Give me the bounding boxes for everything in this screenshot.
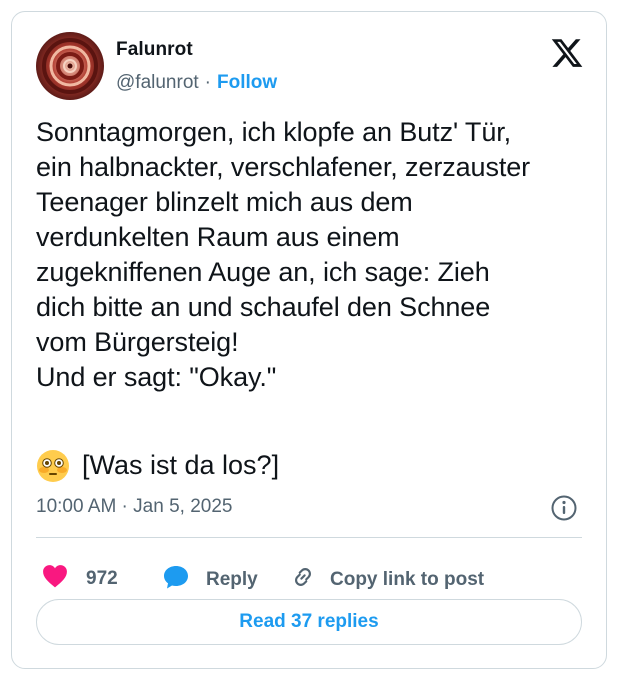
reply-bubble-icon <box>162 564 190 596</box>
info-icon[interactable] <box>550 494 578 522</box>
link-icon <box>290 564 316 596</box>
post-text: Sonntagmorgen, ich klopfe an Butz' Tür, … <box>36 117 531 392</box>
reply-button[interactable]: Reply <box>162 564 258 596</box>
like-count: 972 <box>86 568 118 589</box>
flushed-face-icon <box>36 449 70 483</box>
author-handle-row: @falunrot · Follow <box>116 72 277 94</box>
like-button[interactable]: 972 <box>42 564 118 594</box>
avatar[interactable] <box>36 32 104 100</box>
separator-dot: · <box>204 72 211 93</box>
author-handle[interactable]: @falunrot <box>116 72 199 93</box>
reply-label: Reply <box>206 569 258 590</box>
emoji-line-text: [Was ist da los?] <box>82 450 280 480</box>
author-name[interactable]: Falunrot <box>116 39 193 61</box>
divider <box>36 537 582 538</box>
x-logo-icon[interactable] <box>550 36 584 70</box>
post-card: Falunrot @falunrot · Follow Sonntagmorgen,… <box>11 11 607 669</box>
copy-link-button[interactable]: Copy link to post <box>290 564 484 596</box>
follow-button[interactable]: Follow <box>217 72 277 93</box>
post-timestamp[interactable]: 10:00 AM · Jan 5, 2025 <box>36 496 232 518</box>
heart-icon <box>42 564 68 594</box>
copy-link-label: Copy link to post <box>330 569 485 590</box>
read-replies-button[interactable]: Read 37 replies <box>36 599 582 645</box>
post-emoji-line: [Was ist da los?] <box>36 448 279 483</box>
